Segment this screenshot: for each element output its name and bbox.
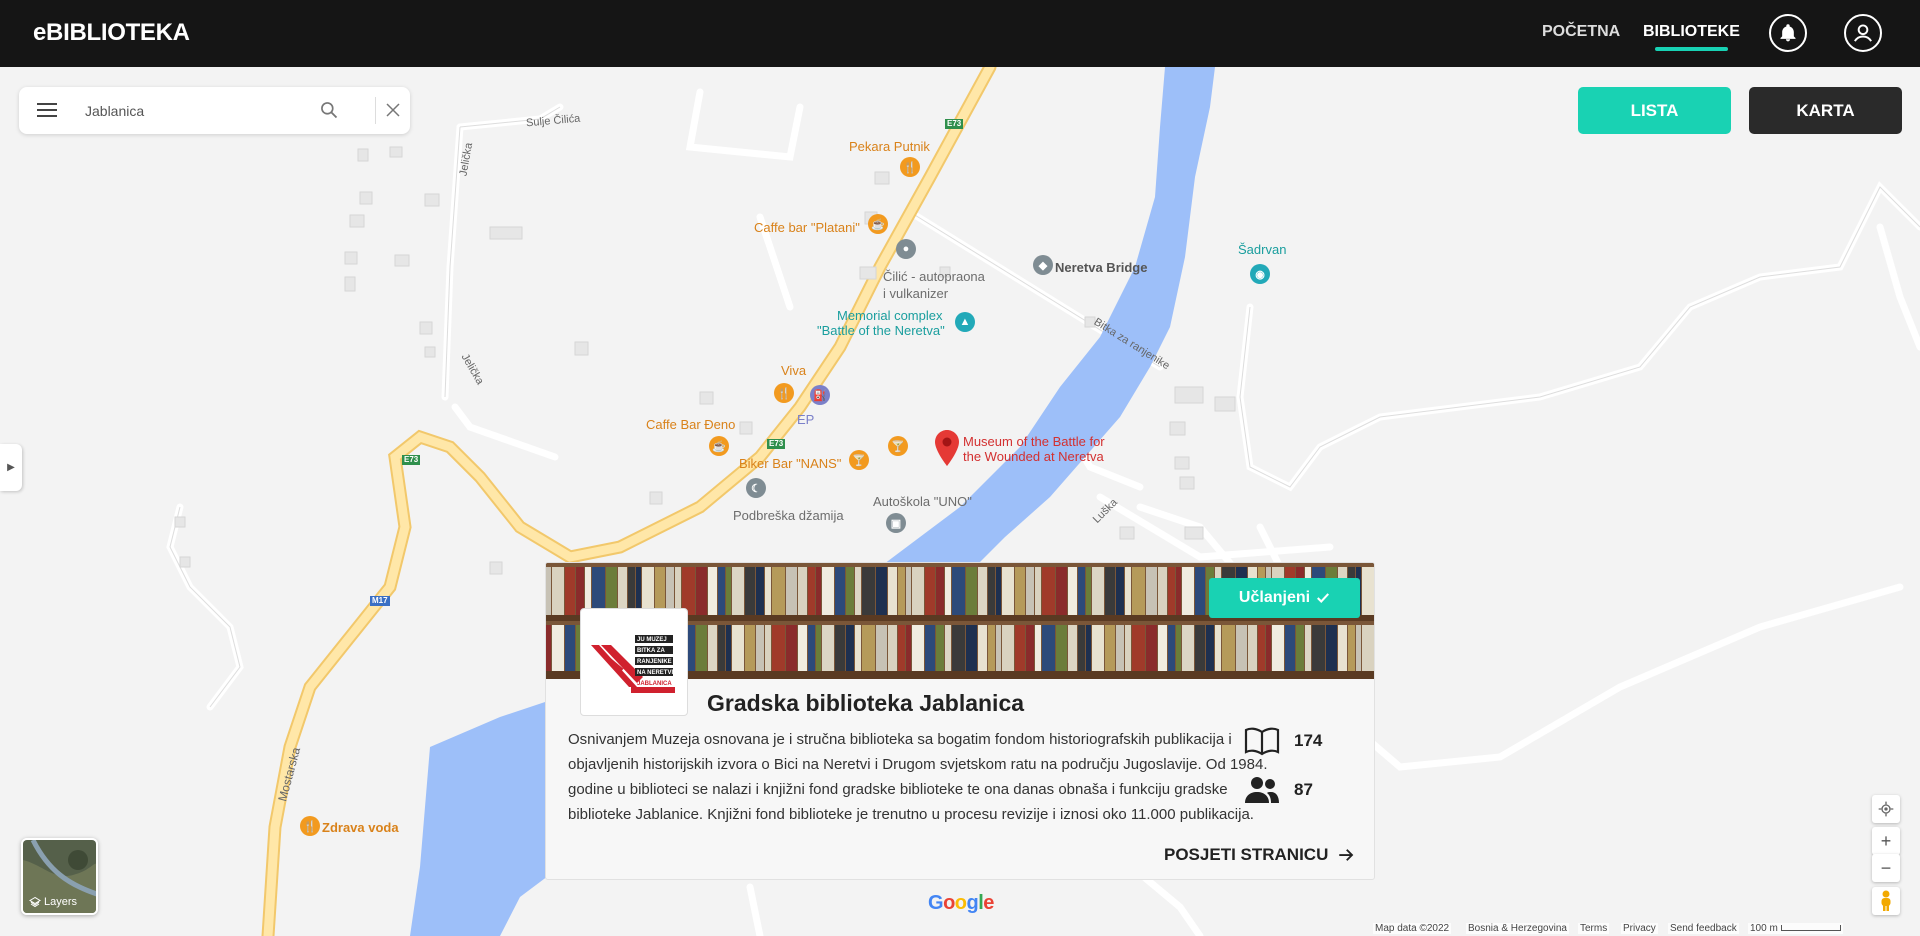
book-icon <box>1244 727 1280 756</box>
expand-sidebar-button[interactable]: ▶ <box>0 444 22 491</box>
layers-label: Layers <box>29 896 77 908</box>
map-layers-button[interactable]: Layers <box>21 838 98 915</box>
layers-icon <box>29 896 41 908</box>
fuel-pin-icon[interactable]: ⛽ <box>810 385 830 405</box>
museum-logo-icon: JU MUZEJ BITKA ZA RANJENIKE NA NERETVI J… <box>591 635 675 693</box>
selected-location-pin-icon[interactable] <box>935 430 959 466</box>
google-logo: Google <box>928 892 994 914</box>
restaurant-pin-icon[interactable]: 🍴 <box>300 816 320 836</box>
museum-pin-icon[interactable]: ▲ <box>955 312 975 332</box>
zoom-in-button[interactable]: + <box>1872 827 1900 855</box>
logo-text-line: NA NERETVI <box>637 670 673 676</box>
members-stat: 87 <box>1244 775 1313 805</box>
country-label: Bosnia & Herzegovina <box>1466 923 1569 934</box>
library-card[interactable]: JU MUZEJ BITKA ZA RANJENIKE NA NERETVI J… <box>545 562 1375 880</box>
logo-text-line: JU MUZEJ <box>637 637 667 643</box>
poi-label-biker-bar[interactable]: Biker Bar "NANS" <box>739 456 841 471</box>
restaurant-pin-icon[interactable]: 🍴 <box>900 157 920 177</box>
library-name[interactable]: Gradska biblioteka Jablanica <box>707 690 1024 717</box>
bell-icon <box>1780 24 1796 42</box>
poi-label-museum-2: the Wounded at Neretva <box>963 449 1104 464</box>
poi-label-memorial-2: "Battle of the Neretva" <box>817 323 945 338</box>
brand-logo[interactable]: eBIBLIOTEKA <box>33 19 190 47</box>
map-view-button[interactable]: KARTA <box>1749 87 1902 134</box>
chevron-right-icon: ▶ <box>7 462 15 473</box>
cafe-pin-icon[interactable]: ☕ <box>709 436 729 456</box>
map-data-attribution: Map data ©2022 <box>1373 923 1452 934</box>
crosshair-icon <box>1878 801 1894 817</box>
search-icon[interactable] <box>319 100 339 120</box>
school-pin-icon[interactable]: ▣ <box>886 513 906 533</box>
cafe-pin-icon[interactable]: ☕ <box>868 214 888 234</box>
zoom-out-button[interactable]: − <box>1872 854 1900 882</box>
poi-label-viva[interactable]: Viva <box>781 363 806 378</box>
visit-page-label: POSJETI STRANICU <box>1164 845 1329 864</box>
arrow-right-icon <box>1339 849 1354 861</box>
road-shield-e73: E73 <box>402 455 421 465</box>
poi-label-caffe-deno[interactable]: Caffe Bar Đeno <box>646 417 735 432</box>
membership-badge[interactable]: Učlanjeni <box>1209 578 1360 618</box>
terms-link[interactable]: Terms <box>1578 923 1610 934</box>
poi-label-sadrvan[interactable]: Šadrvan <box>1238 242 1286 257</box>
poi-label-podbreska[interactable]: Podbreška džamija <box>733 508 844 523</box>
poi-label-autoskola[interactable]: Autoškola "UNO" <box>873 494 972 509</box>
poi-label-neretva-bridge[interactable]: Neretva Bridge <box>1055 260 1147 275</box>
logo-text-line: BITKA ZA <box>637 648 665 654</box>
mosque-pin-icon[interactable]: ☾ <box>746 478 766 498</box>
poi-label-caffe-platani[interactable]: Caffe bar "Platani" <box>754 220 860 235</box>
logo-text-line: RANJENIKE <box>637 659 672 665</box>
user-icon <box>1854 24 1872 42</box>
users-icon <box>1245 777 1279 803</box>
road-shield-m17: M17 <box>370 596 390 606</box>
poi-label-ep[interactable]: EP <box>797 412 814 427</box>
my-location-button[interactable] <box>1872 795 1900 823</box>
poi-label-museum[interactable]: Museum of the Battle for <box>963 434 1105 449</box>
nav-pocetna[interactable]: POČETNA <box>1542 23 1620 41</box>
top-navbar: eBIBLIOTEKA POČETNA BIBLIOTEKE <box>0 0 1920 67</box>
books-count: 174 <box>1294 731 1323 750</box>
landmark-pin-icon[interactable]: ◆ <box>1033 255 1053 275</box>
visit-page-link[interactable]: POSJETI STRANICU <box>1164 845 1356 865</box>
bar-pin-icon[interactable]: 🍸 <box>849 450 869 470</box>
close-icon[interactable] <box>384 101 402 119</box>
scale-label: 100 m <box>1748 923 1843 934</box>
search-divider <box>375 97 376 124</box>
minus-icon: − <box>1880 857 1892 878</box>
membership-label: Učlanjeni <box>1238 589 1311 606</box>
hamburger-menu-icon[interactable] <box>37 100 59 120</box>
pegman-icon <box>1881 890 1891 911</box>
camera-pin-icon[interactable]: ◉ <box>1250 264 1270 284</box>
poi-label-cilic-2: i vulkanizer <box>883 286 949 301</box>
poi-label-cilic[interactable]: Čilić - autopraona <box>883 269 985 284</box>
privacy-link[interactable]: Privacy <box>1621 923 1658 934</box>
send-feedback-link[interactable]: Send feedback <box>1668 923 1739 934</box>
nav-biblioteke[interactable]: BIBLIOTEKE <box>1643 23 1740 51</box>
library-description: Osnivanjem Muzeja osnovana je i stručna … <box>568 731 1268 823</box>
search-input[interactable] <box>85 97 315 124</box>
car-service-pin-icon[interactable]: ● <box>896 239 916 259</box>
plus-icon: + <box>1880 830 1892 851</box>
map-search-bar <box>19 87 410 134</box>
members-count: 87 <box>1294 780 1313 799</box>
poi-label-zdrava-voda[interactable]: Zdrava voda <box>322 820 399 835</box>
notifications-button[interactable] <box>1769 14 1807 52</box>
restaurant-pin-icon[interactable]: 🍴 <box>774 383 794 403</box>
road-shield-e73: E73 <box>945 119 964 129</box>
bar-pin-icon[interactable]: 🍸 <box>888 436 908 456</box>
list-view-button[interactable]: LISTA <box>1578 87 1731 134</box>
books-stat: 174 <box>1244 726 1322 756</box>
logo-text-line: JABLANICA <box>637 681 672 687</box>
poi-label-pekara[interactable]: Pekara Putnik <box>849 139 930 154</box>
profile-button[interactable] <box>1844 14 1882 52</box>
library-logo: JU MUZEJ BITKA ZA RANJENIKE NA NERETVI J… <box>580 608 688 716</box>
road-shield-e73: E73 <box>767 439 786 449</box>
street-view-button[interactable] <box>1872 887 1900 915</box>
checkmark-icon <box>1317 593 1330 603</box>
poi-label-memorial[interactable]: Memorial complex <box>837 308 942 323</box>
